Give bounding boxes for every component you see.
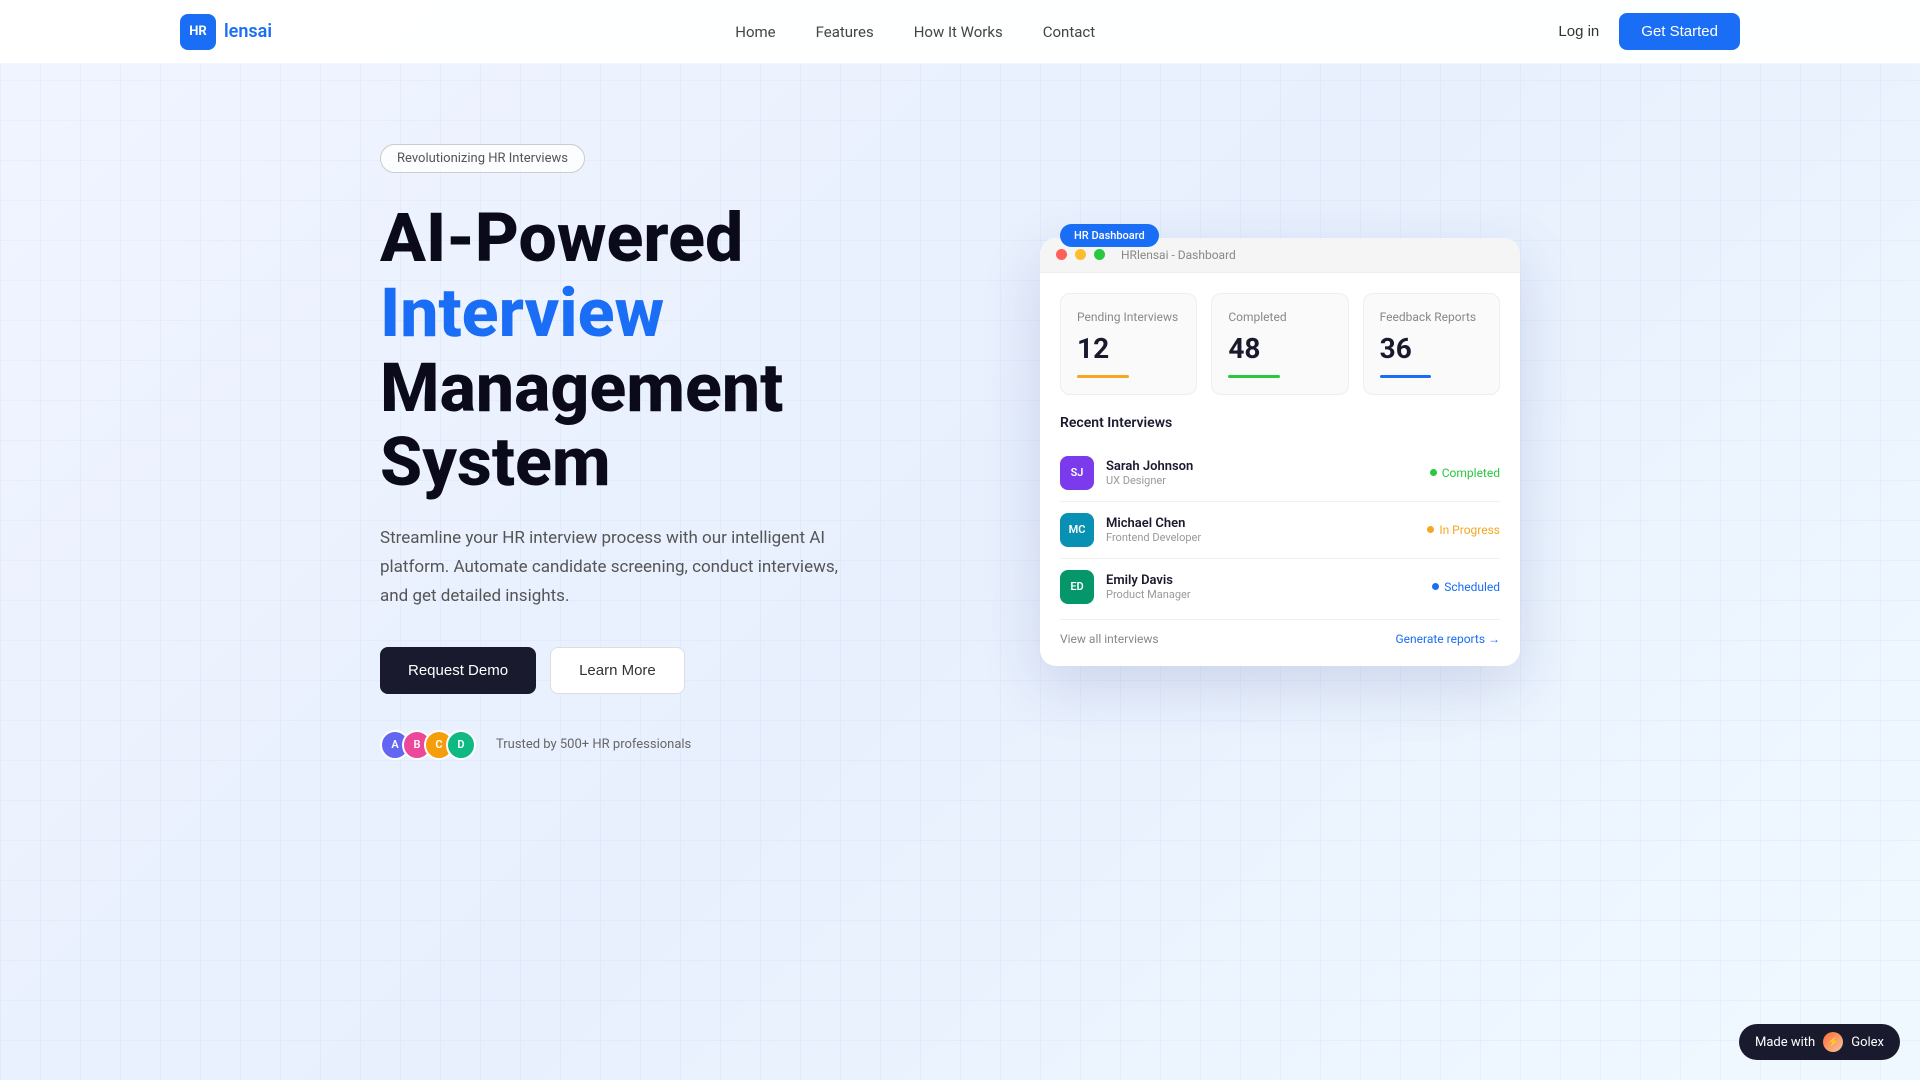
nav-home[interactable]: Home [735,23,775,41]
interview-role-sj: UX Designer [1106,474,1193,487]
hero-buttons: Request Demo Learn More [380,647,960,694]
stat-pending-value: 12 [1077,332,1180,365]
interview-item-mc: MC Michael Chen Frontend Developer In Pr… [1060,502,1500,559]
interview-left-ed: ED Emily Davis Product Manager [1060,570,1191,604]
stat-feedback: Feedback Reports 36 [1363,293,1500,395]
stat-cards: Pending Interviews 12 Completed 48 Feedb… [1060,293,1500,395]
navbar: HR lensai Home Features How It Works Con… [0,0,1920,64]
interview-role-mc: Frontend Developer [1106,531,1201,544]
status-dot-ed [1432,583,1439,590]
request-demo-button[interactable]: Request Demo [380,647,536,694]
stat-completed: Completed 48 [1211,293,1348,395]
window-dot-yellow [1075,249,1086,260]
stat-completed-bar [1228,375,1280,378]
hero-section: Revolutionizing HR Interviews AI-Powered… [0,64,1920,760]
golex-text: Made with [1755,1035,1815,1050]
golex-icon: ⚡ [1823,1032,1843,1052]
interview-status-mc: In Progress [1427,523,1500,537]
stat-feedback-bar [1380,375,1432,378]
get-started-button[interactable]: Get Started [1619,13,1740,50]
view-all-link[interactable]: View all interviews [1060,632,1159,646]
hero-badge: Revolutionizing HR Interviews [380,144,585,173]
hero-title: AI-Powered Interview Management System [380,201,960,500]
interview-name-mc: Michael Chen [1106,516,1201,531]
recent-interviews-title: Recent Interviews [1060,415,1500,431]
interview-role-ed: Product Manager [1106,588,1191,601]
interview-left-sj: SJ Sarah Johnson UX Designer [1060,456,1193,490]
interview-item-ed: ED Emily Davis Product Manager Scheduled [1060,559,1500,615]
window-dot-green [1094,249,1105,260]
window-title: HRlensai - Dashboard [1121,248,1236,262]
interview-status-sj: Completed [1430,466,1500,480]
stat-pending-label: Pending Interviews [1077,310,1180,324]
avatar-sj: SJ [1060,456,1094,490]
interview-info-sj: Sarah Johnson UX Designer [1106,459,1193,487]
golex-badge: Made with ⚡ Golex [1739,1024,1900,1060]
hero-left: Revolutionizing HR Interviews AI-Powered… [380,144,960,760]
interview-status-ed: Scheduled [1432,580,1500,594]
dashboard-footer: View all interviews Generate reports → [1060,619,1500,646]
nav-features[interactable]: Features [816,23,874,41]
stat-pending: Pending Interviews 12 [1060,293,1197,395]
dashboard-body: Pending Interviews 12 Completed 48 Feedb… [1040,273,1520,666]
trust-text: Trusted by 500+ HR professionals [496,737,691,752]
logo-text: lensai [224,21,272,42]
generate-reports-link[interactable]: Generate reports → [1395,632,1500,646]
learn-more-button[interactable]: Learn More [550,647,685,694]
hero-trust: A B C D Trusted by 500+ HR professionals [380,730,960,760]
window-dot-red [1056,249,1067,260]
login-button[interactable]: Log in [1558,23,1599,40]
interview-name-ed: Emily Davis [1106,573,1191,588]
stat-feedback-value: 36 [1380,332,1483,365]
trust-avatar-d: D [446,730,476,760]
interview-item-sj: SJ Sarah Johnson UX Designer Completed [1060,445,1500,502]
dashboard-badge: HR Dashboard [1060,224,1159,247]
interview-left-mc: MC Michael Chen Frontend Developer [1060,513,1201,547]
avatar-mc: MC [1060,513,1094,547]
status-dot-sj [1430,469,1437,476]
dashboard-window: HRlensai - Dashboard Pending Interviews … [1040,238,1520,666]
nav-actions: Log in Get Started [1558,13,1740,50]
hero-right: HR Dashboard HRlensai - Dashboard Pendin… [1040,238,1540,666]
stat-completed-label: Completed [1228,310,1331,324]
nav-how-it-works[interactable]: How It Works [914,23,1003,41]
nav-contact[interactable]: Contact [1043,23,1095,41]
stat-pending-bar [1077,375,1129,378]
golex-brand: Golex [1851,1035,1884,1050]
status-dot-mc [1427,526,1434,533]
interview-info-mc: Michael Chen Frontend Developer [1106,516,1201,544]
avatar-ed: ED [1060,570,1094,604]
interview-info-ed: Emily Davis Product Manager [1106,573,1191,601]
stat-completed-value: 48 [1228,332,1331,365]
logo-icon: HR [180,14,216,50]
hero-subtitle: Streamline your HR interview process wit… [380,524,860,611]
nav-links: Home Features How It Works Contact [735,22,1095,41]
stat-feedback-label: Feedback Reports [1380,310,1483,324]
interview-name-sj: Sarah Johnson [1106,459,1193,474]
logo[interactable]: HR lensai [180,14,272,50]
interview-list: SJ Sarah Johnson UX Designer Completed [1060,445,1500,615]
trust-avatars: A B C D [380,730,468,760]
